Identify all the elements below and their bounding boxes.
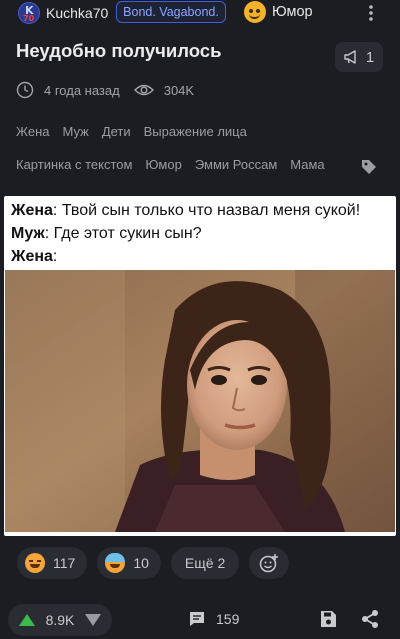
- community-link[interactable]: Юмор: [272, 4, 313, 20]
- reaction-count: 117: [53, 555, 76, 571]
- post-time: 4 года назад: [44, 82, 120, 98]
- view-count: 304K: [163, 82, 195, 98]
- tag-item[interactable]: Эмми Россам: [195, 157, 277, 172]
- comments-button[interactable]: 159: [188, 610, 239, 628]
- dialog-text: : Где этот сукин сын?: [44, 225, 202, 242]
- smiley-face-icon[interactable]: [244, 1, 266, 23]
- eye-icon: [133, 84, 154, 96]
- tag-item[interactable]: Муж: [62, 124, 88, 139]
- comment-icon: [190, 612, 204, 626]
- tag-item[interactable]: Юмор: [145, 157, 181, 172]
- more-reactions-button[interactable]: Ещё 2: [170, 547, 240, 579]
- downvote-icon[interactable]: [84, 613, 102, 627]
- tag-item[interactable]: Выражение лица: [144, 124, 247, 139]
- badge-label: Bond. Vagabond.: [123, 5, 219, 19]
- tag-item[interactable]: Дети: [102, 124, 131, 139]
- vote-score: 8.9K: [45, 612, 75, 628]
- dialog-line-1: Жена: Твой сын только что назвал меня су…: [11, 202, 360, 220]
- add-reaction-button[interactable]: [249, 547, 290, 579]
- more-reactions-label: Ещё 2: [184, 555, 226, 571]
- add-emoji-icon: [259, 554, 279, 573]
- tag-item[interactable]: Мама: [290, 157, 324, 172]
- post-image[interactable]: [5, 270, 395, 532]
- rating-count: 1: [365, 48, 375, 66]
- post-meta: 4 года назад 304K: [16, 80, 194, 100]
- dialog-text: : Твой сын только что назвал меня сукой!: [52, 202, 361, 219]
- comment-count: 159: [216, 611, 240, 627]
- post-content: Жена: Твой сын только что назвал меня су…: [4, 196, 396, 536]
- user-avatar[interactable]: K 70: [18, 2, 40, 24]
- share-icon[interactable]: [360, 609, 380, 629]
- user-badge[interactable]: Bond. Vagabond.: [116, 1, 226, 23]
- speaker-label: Жена: [11, 248, 53, 265]
- cool-emoji-icon: [105, 553, 126, 573]
- tag-list-row2: Картинка с текстом Юмор Эмми Россам Мама: [16, 157, 338, 172]
- upvote-icon[interactable]: [18, 613, 36, 627]
- laugh-emoji-icon: [25, 553, 45, 573]
- post-title[interactable]: Неудобно получилось: [16, 40, 221, 62]
- rating-button[interactable]: 1: [335, 42, 383, 72]
- dialog-line-3: Жена:: [11, 248, 57, 266]
- clock-icon: [16, 81, 34, 99]
- dialog-text: :: [52, 248, 58, 265]
- vote-control: 8.9K: [8, 604, 112, 636]
- username-link[interactable]: Kuchka70: [46, 5, 108, 21]
- speaker-label: Муж: [11, 225, 45, 242]
- tag-icon[interactable]: [360, 158, 378, 176]
- tag-item[interactable]: Жена: [16, 124, 49, 139]
- more-vertical-icon[interactable]: [362, 4, 380, 22]
- reaction-cool-button[interactable]: 10: [97, 547, 161, 579]
- save-icon[interactable]: [318, 609, 338, 629]
- tag-item[interactable]: Картинка с текстом: [16, 157, 132, 172]
- reactions-bar: 117 10 Ещё 2: [17, 547, 290, 579]
- dialog-line-2: Муж: Где этот сукин сын?: [11, 225, 202, 243]
- post-footer: 8.9K 159: [0, 600, 400, 639]
- reaction-count: 10: [133, 555, 149, 571]
- post-header: K 70 Kuchka70 Bond. Vagabond. Юмор: [0, 0, 400, 28]
- avatar-number: 70: [23, 14, 35, 23]
- reaction-laugh-button[interactable]: 117: [17, 547, 88, 579]
- speaker-label: Жена: [11, 202, 53, 219]
- megaphone-icon: [344, 50, 356, 64]
- tag-list-row1: Жена Муж Дети Выражение лица: [16, 124, 260, 139]
